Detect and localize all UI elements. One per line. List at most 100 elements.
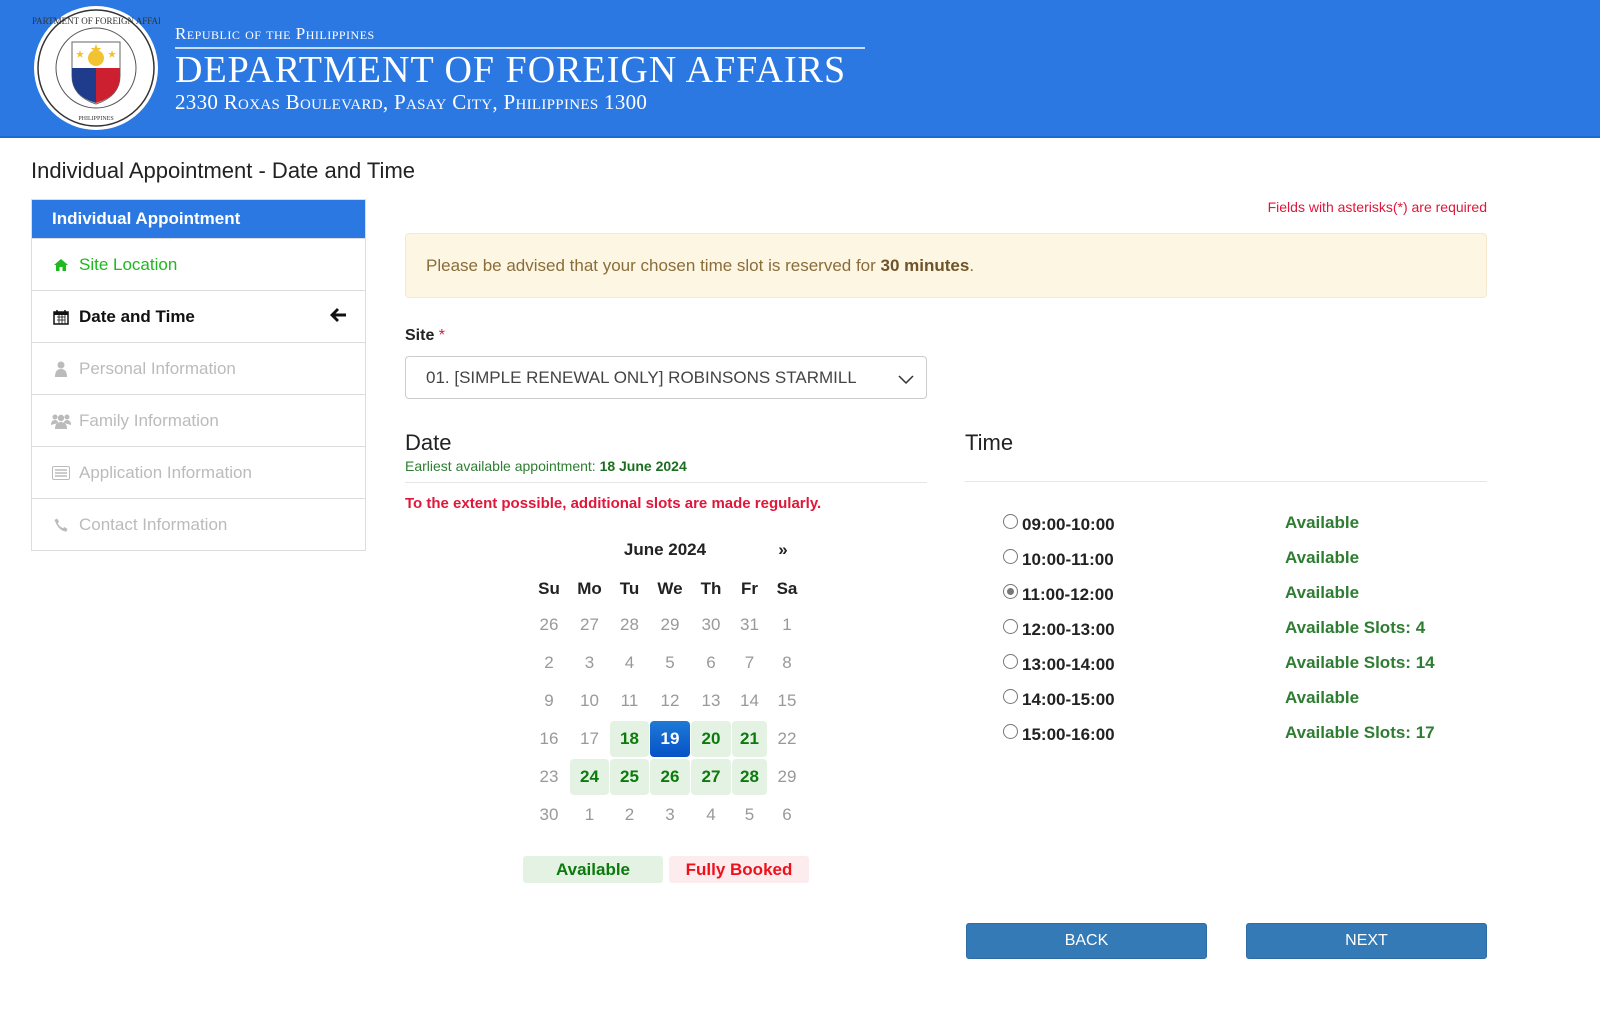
sidebar-item-label: Personal Information bbox=[79, 358, 236, 378]
user-icon bbox=[51, 360, 71, 378]
time-slot-status: Available bbox=[1285, 688, 1360, 707]
time-slot-radio[interactable] bbox=[1003, 654, 1018, 669]
date-divider bbox=[405, 482, 927, 483]
header-department: DEPARTMENT OF FOREIGN AFFAIRS bbox=[175, 49, 847, 91]
calendar-day: 12 bbox=[660, 691, 680, 710]
time-slot-radio[interactable] bbox=[1003, 549, 1018, 564]
earliest-label: Earliest available appointment: bbox=[405, 458, 600, 474]
sidebar-steps: Individual Appointment Site Location Dat… bbox=[31, 199, 366, 551]
sidebar-item-date-and-time[interactable]: Date and Time bbox=[32, 290, 365, 342]
time-slot-row[interactable]: 13:00-14:00 Available Slots: 14 bbox=[1003, 653, 1483, 688]
sidebar-heading: Individual Appointment bbox=[32, 200, 365, 238]
calendar-day: 9 bbox=[544, 691, 554, 710]
calendar-day: 26 bbox=[539, 615, 559, 634]
calendar-week-row: 16 17 18 19 20 21 22 bbox=[529, 721, 807, 759]
weekday-label: Su bbox=[538, 579, 560, 598]
time-slot-row[interactable]: 14:00-15:00 Available bbox=[1003, 688, 1483, 723]
sidebar-item-label: Contact Information bbox=[79, 514, 228, 534]
calendar-week-row: 2 3 4 5 6 7 8 bbox=[529, 645, 807, 683]
time-slot-row[interactable]: 11:00-12:00 Available bbox=[1003, 583, 1483, 618]
legend-available: Available bbox=[523, 856, 663, 883]
calendar-month-label: June 2024 bbox=[623, 540, 707, 559]
alert-duration: 30 minutes bbox=[880, 255, 970, 275]
time-slot-radio[interactable] bbox=[1003, 689, 1018, 704]
calendar-day: 23 bbox=[539, 767, 559, 786]
sidebar-item-label: Date and Time bbox=[79, 306, 195, 326]
legend-fully-booked: Fully Booked bbox=[669, 856, 809, 883]
time-slot-label: 15:00-16:00 bbox=[1022, 725, 1115, 744]
time-slot-radio-checked[interactable] bbox=[1003, 584, 1018, 599]
time-slot-row[interactable]: 15:00-16:00 Available Slots: 17 bbox=[1003, 723, 1483, 758]
sidebar-item-application-information: Application Information bbox=[32, 446, 365, 498]
calendar-week-row: 30 1 2 3 4 5 6 bbox=[529, 797, 807, 835]
calendar-day: 17 bbox=[580, 729, 599, 748]
weekday-label: We bbox=[657, 579, 683, 598]
calendar-day: 5 bbox=[665, 653, 675, 672]
arrow-left-icon bbox=[329, 307, 347, 328]
next-button[interactable]: NEXT bbox=[1246, 923, 1487, 959]
time-slot-row[interactable]: 10:00-11:00 Available bbox=[1003, 548, 1483, 583]
calendar-day-available[interactable]: 26 bbox=[650, 759, 690, 795]
time-slot-label: 14:00-15:00 bbox=[1022, 690, 1115, 709]
calendar-day: 1 bbox=[782, 615, 792, 634]
calendar-day-available[interactable]: 20 bbox=[691, 721, 731, 757]
reservation-alert: Please be advised that your chosen time … bbox=[405, 233, 1487, 298]
time-slot-status: Available bbox=[1285, 583, 1360, 602]
time-slot-label: 09:00-10:00 bbox=[1022, 515, 1115, 534]
calendar-day: 6 bbox=[706, 653, 716, 672]
svg-text:PHILIPPINES: PHILIPPINES bbox=[78, 116, 113, 122]
calendar-icon bbox=[51, 308, 71, 326]
calendar-day: 3 bbox=[584, 653, 595, 672]
time-slot-status: Available Slots: 4 bbox=[1285, 618, 1426, 637]
header-address: 2330 Roxas Boulevard, Pasay City, Philip… bbox=[175, 90, 648, 114]
dfa-seal-icon: DEPARTMENT OF FOREIGN AFFAIRS PHILIPPINE… bbox=[32, 6, 160, 130]
time-slot-status: Available bbox=[1285, 513, 1360, 532]
back-button[interactable]: BACK bbox=[966, 923, 1207, 959]
sidebar-item-label: Site Location bbox=[79, 254, 178, 274]
date-section-title: Date bbox=[405, 430, 452, 455]
calendar-day: 22 bbox=[777, 729, 797, 748]
sidebar-item-contact-information: Contact Information bbox=[32, 498, 365, 550]
calendar-week-row: 26 27 28 29 30 31 1 bbox=[529, 607, 807, 645]
calendar-day: 1 bbox=[584, 805, 595, 824]
calendar-day-available[interactable]: 28 bbox=[732, 759, 767, 795]
calendar-day: 5 bbox=[744, 805, 755, 824]
calendar-day: 6 bbox=[782, 805, 792, 824]
time-slot-label: 13:00-14:00 bbox=[1022, 655, 1115, 674]
calendar-day: 30 bbox=[701, 615, 721, 634]
users-icon bbox=[51, 412, 71, 430]
calendar-day-available[interactable]: 18 bbox=[610, 721, 649, 757]
calendar-day: 27 bbox=[580, 615, 599, 634]
calendar-day: 31 bbox=[740, 615, 759, 634]
calendar-day-available[interactable]: 21 bbox=[732, 721, 767, 757]
weekday-label: Tu bbox=[619, 579, 640, 598]
page-title: Individual Appointment - Date and Time bbox=[31, 158, 416, 183]
calendar-day: 10 bbox=[580, 691, 599, 710]
time-slot-radio[interactable] bbox=[1003, 619, 1018, 634]
calendar-day: 16 bbox=[539, 729, 559, 748]
calendar-week-row: 23 24 25 26 27 28 29 bbox=[529, 759, 807, 797]
weekday-label: Sa bbox=[776, 579, 798, 598]
calendar-day: 14 bbox=[740, 691, 759, 710]
calendar-day-available[interactable]: 25 bbox=[610, 759, 649, 795]
phone-icon bbox=[51, 516, 71, 534]
site-select-value: 01. [SIMPLE RENEWAL ONLY] ROBINSONS STAR… bbox=[426, 367, 856, 387]
required-mark: * bbox=[438, 327, 446, 344]
calendar-next-button[interactable]: » bbox=[770, 540, 796, 560]
calendar-day-selected[interactable]: 19 bbox=[650, 721, 690, 757]
calendar-day: 4 bbox=[706, 805, 716, 824]
calendar-weekday-row: Su Mo Tu We Th Fr Sa bbox=[529, 571, 807, 607]
required-fields-note: Fields with asterisks(*) are required bbox=[1267, 199, 1487, 215]
sidebar-item-site-location[interactable]: Site Location bbox=[32, 238, 365, 290]
calendar-day-available[interactable]: 27 bbox=[691, 759, 731, 795]
calendar-day-available[interactable]: 24 bbox=[570, 759, 609, 795]
time-slot-status: Available Slots: 17 bbox=[1285, 723, 1435, 742]
time-slot-row[interactable]: 09:00-10:00 Available bbox=[1003, 513, 1483, 548]
site-select[interactable]: 01. [SIMPLE RENEWAL ONLY] ROBINSONS STAR… bbox=[405, 356, 927, 399]
sidebar-item-personal-information: Personal Information bbox=[32, 342, 365, 394]
time-slot-row[interactable]: 12:00-13:00 Available Slots: 4 bbox=[1003, 618, 1483, 653]
site-header: DEPARTMENT OF FOREIGN AFFAIRS PHILIPPINE… bbox=[0, 0, 1600, 138]
time-slot-radio[interactable] bbox=[1003, 724, 1018, 739]
time-slot-radio[interactable] bbox=[1003, 514, 1018, 529]
time-slot-label: 11:00-12:00 bbox=[1022, 585, 1114, 604]
